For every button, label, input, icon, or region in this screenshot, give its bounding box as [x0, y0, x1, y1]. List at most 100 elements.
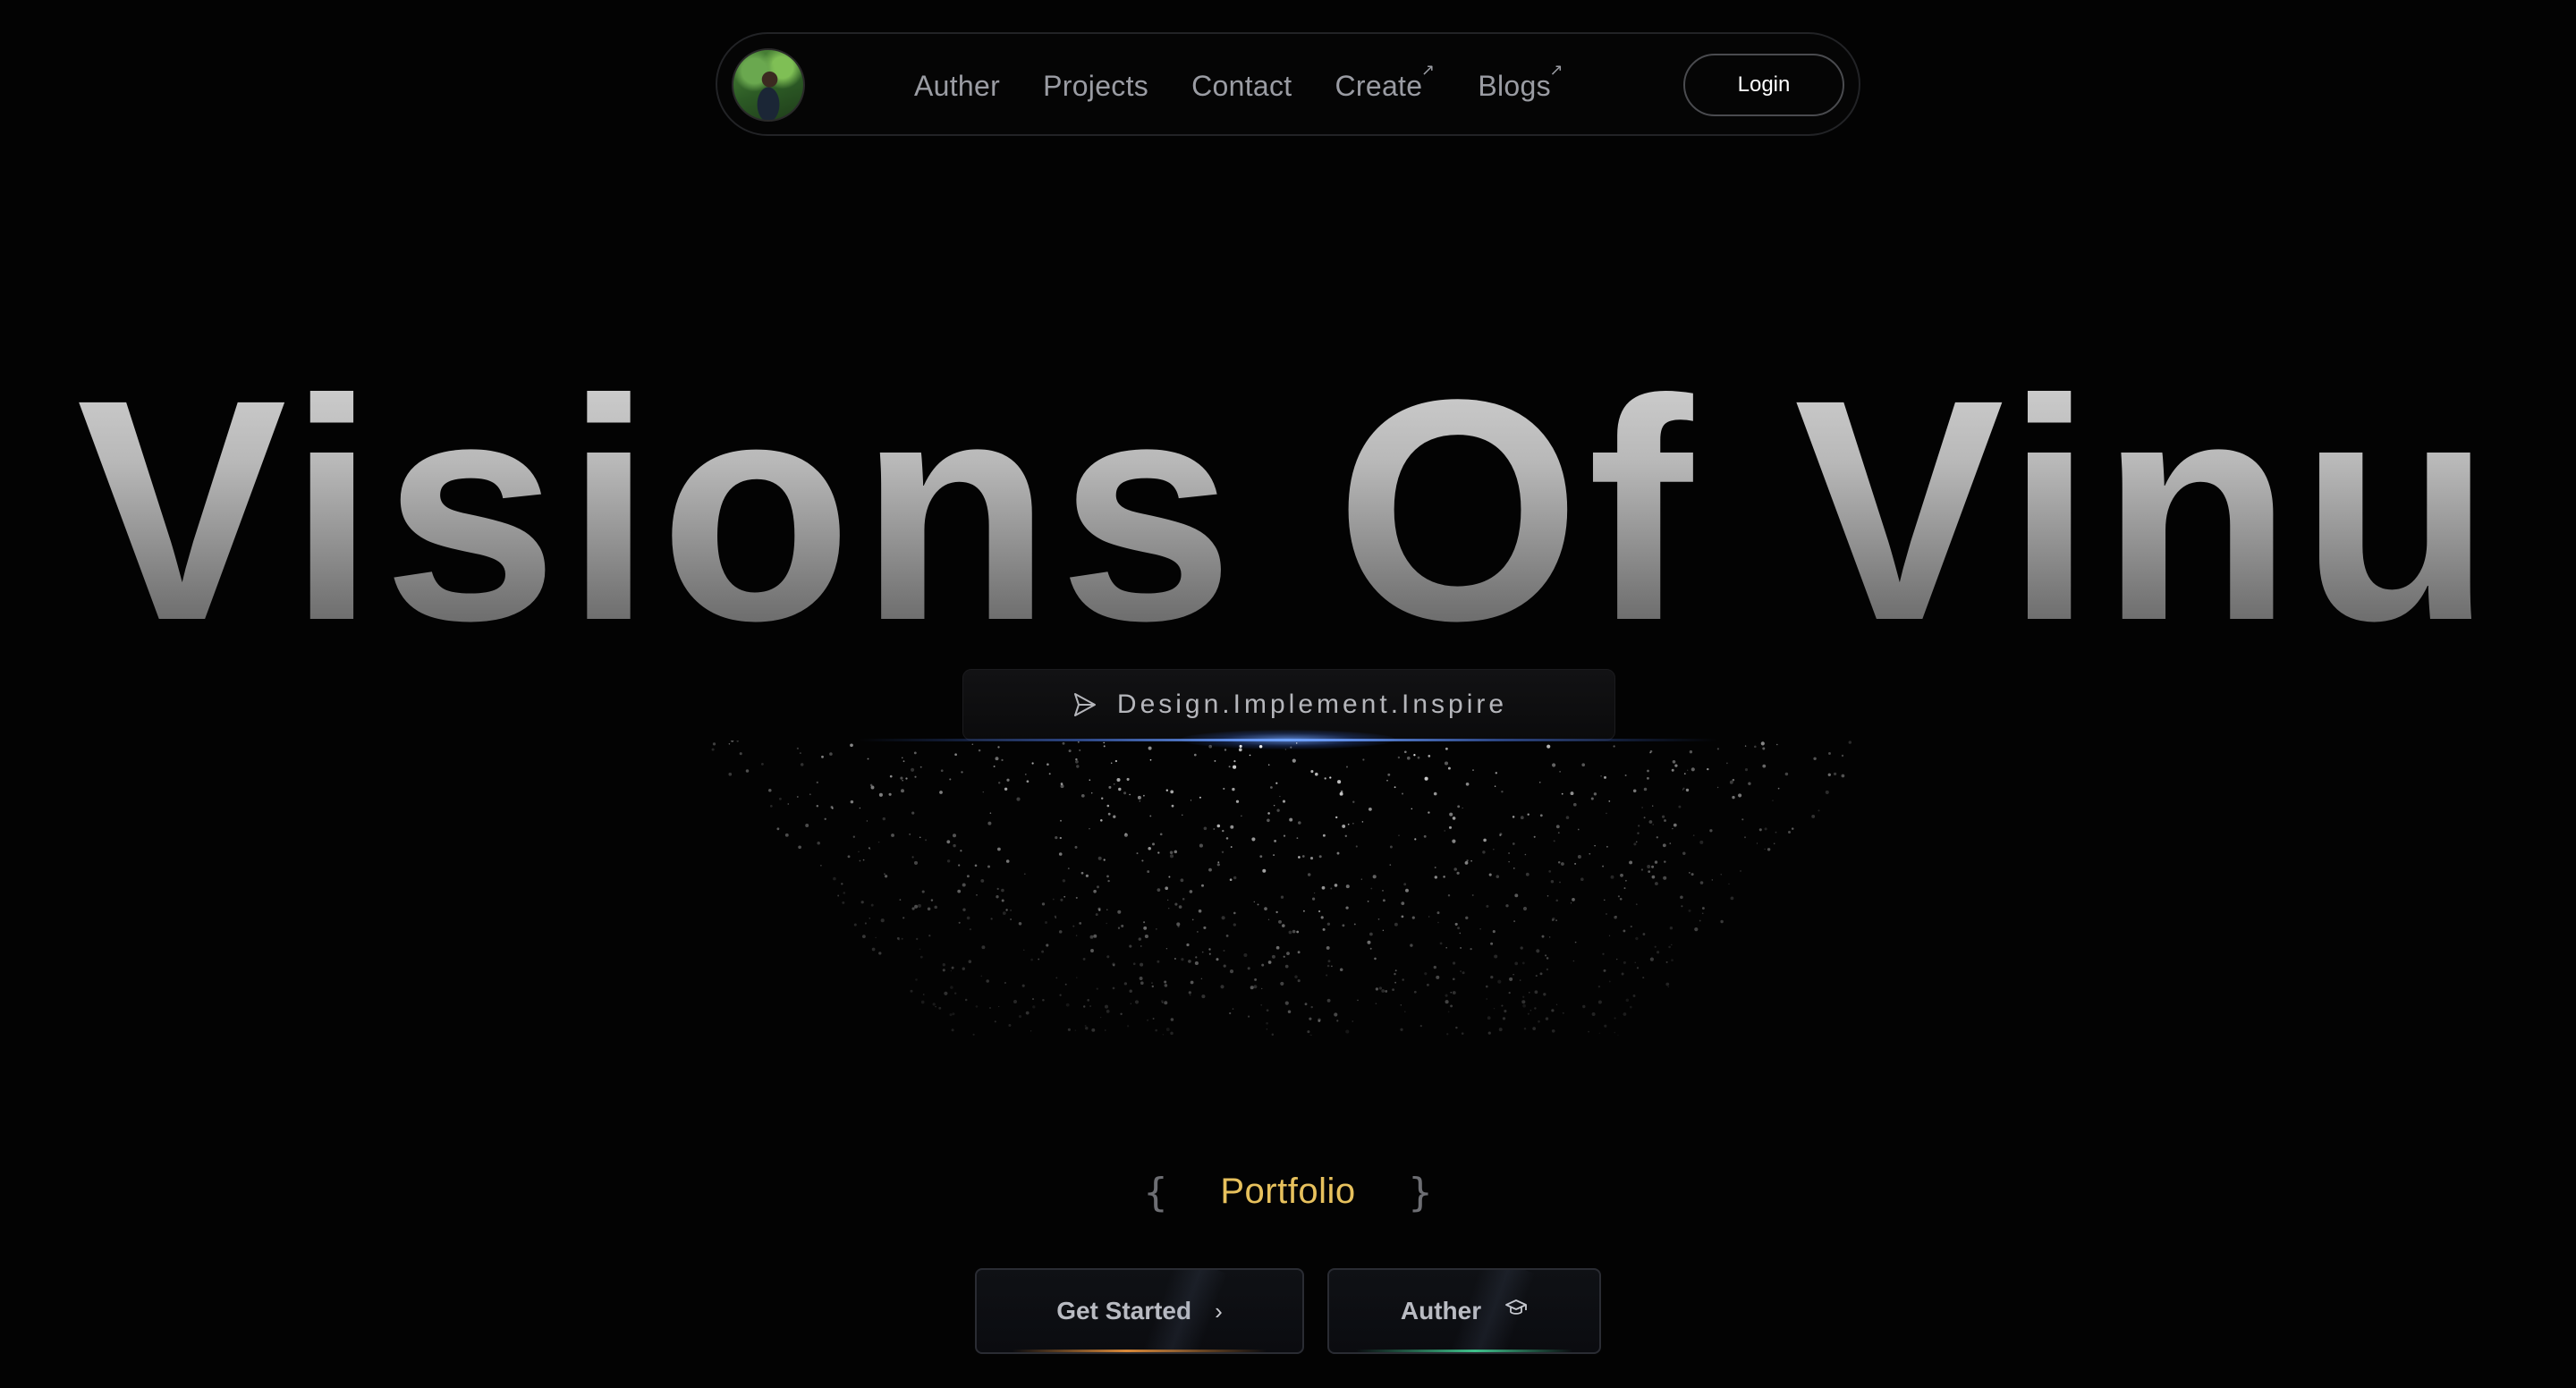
sparkle-particle — [1551, 1009, 1555, 1012]
sparkle-particle — [930, 899, 934, 901]
sparkle-particle — [918, 903, 921, 908]
sparkle-particle — [1606, 913, 1607, 915]
sparkle-particle — [1344, 834, 1347, 837]
sparkle-particle — [1498, 1028, 1503, 1032]
sparkle-particle — [1238, 748, 1242, 752]
sparkle-particle — [960, 850, 962, 852]
sparkle-particle — [1322, 834, 1326, 837]
sparkle-particle — [1253, 901, 1256, 903]
sparkle-particle — [1732, 778, 1735, 782]
sparkle-particle — [902, 917, 905, 919]
sparkle-particle — [1555, 1003, 1558, 1005]
sparkle-particle — [971, 743, 974, 745]
sparkle-particle — [1434, 876, 1437, 879]
sparkle-particle — [1602, 952, 1605, 955]
sparkle-particle — [1471, 894, 1474, 896]
sparkle-particle — [1652, 824, 1654, 825]
nav-link-auther[interactable]: Auther — [914, 70, 1000, 103]
sparkle-particle — [1726, 762, 1728, 765]
sparkle-particle — [1280, 981, 1284, 986]
sparkle-particle — [1545, 1017, 1549, 1020]
get-started-button[interactable]: Get Started › — [975, 1268, 1304, 1354]
sparkle-particle — [1190, 980, 1194, 985]
sparkle-particle — [1287, 1010, 1292, 1013]
sparkle-particle — [1217, 861, 1220, 864]
sparkle-particle — [980, 975, 983, 978]
sparkle-particle — [958, 921, 961, 924]
sparkle-particle — [1557, 832, 1560, 834]
sparkle-particle — [1023, 949, 1025, 951]
sparkle-particle — [1414, 838, 1417, 841]
sparkle-particle — [1848, 741, 1852, 744]
nav-link-label: Create — [1335, 69, 1423, 102]
sparkle-particle — [1466, 859, 1469, 862]
nav-link-projects[interactable]: Projects — [1043, 70, 1148, 103]
sparkle-particle — [878, 952, 882, 955]
nav-link-create[interactable]: Create ↗ — [1335, 61, 1435, 103]
sparkle-particle — [969, 927, 972, 931]
sparkle-particle — [920, 1000, 925, 1004]
sparkle-particle — [1410, 944, 1413, 947]
nav-link-contact[interactable]: Contact — [1191, 70, 1292, 103]
sparkle-particle — [1230, 846, 1233, 848]
sparkle-particle — [1450, 1004, 1453, 1008]
sparkle-particle — [1381, 989, 1385, 993]
sparkle-particle — [1369, 947, 1372, 950]
sparkle-particle — [1570, 902, 1572, 904]
sparkle-particle — [1457, 805, 1461, 808]
sparkle-particle — [1827, 773, 1831, 776]
sparkle-particle — [1024, 774, 1027, 775]
sparkle-particle — [1270, 786, 1273, 789]
sparkle-particle — [1646, 776, 1649, 780]
sparkle-particle — [1617, 895, 1620, 898]
login-button[interactable]: Login — [1683, 54, 1844, 116]
sparkle-particle — [1326, 998, 1331, 1003]
sparkle-particle — [1141, 859, 1144, 862]
sparkle-particle — [1005, 909, 1008, 911]
sparkle-particle — [1642, 977, 1645, 979]
sparkle-particle — [1374, 957, 1377, 961]
sparkle-particle — [1239, 744, 1242, 749]
sparkle-particle — [1181, 958, 1184, 961]
sparkle-particle — [1445, 747, 1448, 750]
sparkle-particle — [898, 938, 901, 941]
sparkle-particle — [1193, 753, 1197, 757]
sparkle-particle — [919, 948, 921, 951]
sparkle-particle — [816, 805, 819, 808]
sparkle-particle — [1493, 1008, 1496, 1010]
sparkle-particle — [1588, 1030, 1589, 1033]
sparkle-particle — [1729, 780, 1733, 784]
sparkle-particle — [1555, 899, 1558, 902]
sparkle-particle — [1221, 851, 1224, 854]
sparkle-particle — [1123, 791, 1127, 795]
sparkle-particle — [1520, 946, 1523, 950]
sparkle-particle — [1198, 909, 1202, 913]
sparkle-particle — [1385, 989, 1388, 993]
sparkle-particle — [911, 811, 915, 815]
sparkle-particle — [934, 905, 937, 910]
sparkle-particle — [1250, 986, 1254, 990]
sparkle-particle — [852, 835, 855, 838]
sparkle-particle — [1629, 860, 1633, 865]
sparkle-particle — [1367, 901, 1369, 902]
nav-link-blogs[interactable]: Blogs ↗ — [1478, 61, 1563, 103]
sparkle-particle — [1662, 815, 1665, 818]
sparkle-particle — [1103, 859, 1106, 861]
sparkle-particle — [1326, 922, 1331, 926]
sparkle-particle — [1201, 951, 1204, 953]
sparkle-particle — [1275, 782, 1278, 784]
sparkle-particle — [1813, 757, 1817, 761]
avatar[interactable] — [732, 48, 805, 122]
sparkle-particle — [1623, 961, 1626, 964]
sparkle-particle — [1075, 896, 1078, 899]
sparkle-particle — [1648, 870, 1651, 873]
sparkle-particle — [1762, 764, 1767, 768]
sparkle-particle — [1200, 978, 1203, 980]
sparkle-particle — [1164, 1001, 1168, 1005]
sparkle-particle — [1405, 888, 1409, 893]
sparkle-particle — [824, 817, 826, 820]
sparkle-particle — [1530, 1009, 1532, 1011]
auther-button[interactable]: Auther — [1327, 1268, 1601, 1354]
sparkle-particle — [1330, 887, 1333, 890]
sparkle-particle — [850, 800, 854, 804]
